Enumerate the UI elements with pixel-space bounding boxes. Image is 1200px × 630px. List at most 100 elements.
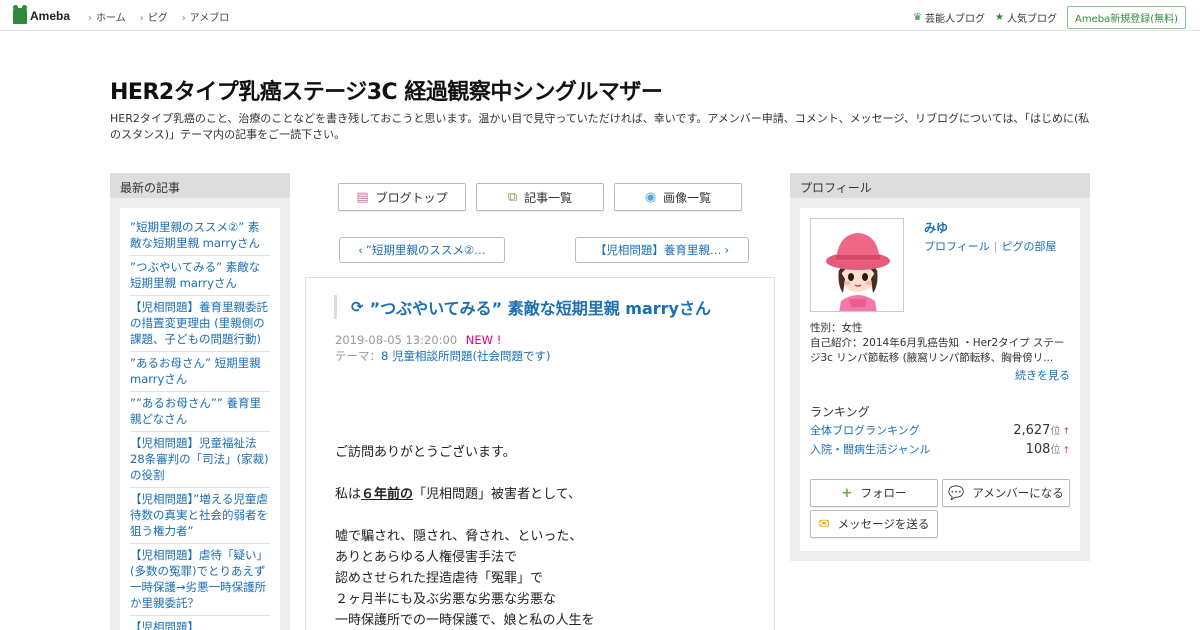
body-text: 「児相問題」被害者として、 xyxy=(413,487,581,502)
recent-articles-panel: 最新の記事 ”短期里親のススメ②” 素敵な短期里親 marryさん ”つぶやいて… xyxy=(110,173,290,630)
prev-article-label: ”短期里親のススメ②… xyxy=(365,243,486,257)
top-right-links: ♛ 芸能人ブログ ★ 人気ブログ Ameba新規登録(無料) xyxy=(913,6,1186,29)
profile-info: 性別：女性 自己紹介：2014年6月乳癌告知 ・Her2タイプ ステージ3c リ… xyxy=(810,321,1072,366)
body-line: ありとあらゆる人権侵害手法で xyxy=(335,550,518,565)
ameba-logo[interactable]: Ameba xyxy=(13,5,71,25)
profile-intro: 自己紹介：2014年6月乳癌告知 ・Her2タイプ ステージ3c リンパ節転移 … xyxy=(810,337,1065,364)
list-item[interactable]: ”つぶやいてみる” 素敵な短期里親 marryさん xyxy=(130,256,270,296)
article-list-button[interactable]: ⧉ 記事一覧 xyxy=(476,183,604,211)
chat-bubble-icon: 💬 xyxy=(948,485,965,501)
next-article-link[interactable]: 【児相問題】養育里親… › xyxy=(575,237,749,263)
logo-text: Ameba xyxy=(30,9,71,23)
ranking-number: 108 xyxy=(1025,442,1051,457)
ranking-row: 入院・闘病生活ジャンル 108位 ↑ xyxy=(810,441,1070,457)
recent-articles-list: ”短期里親のススメ②” 素敵な短期里親 marryさん ”つぶやいてみる” 素敵… xyxy=(120,208,280,630)
recent-articles-heading: 最新の記事 xyxy=(110,173,290,198)
article-title[interactable]: ⟳ ”つぶやいてみる” 素敵な短期里親 marryさん xyxy=(335,295,711,319)
body-line: 私は６年前の「児相問題」被害者として、 xyxy=(335,484,755,505)
list-item[interactable]: 【児相問題】養育里親委託の措置変更理由 (里親側の課題、子どもの問題行動) xyxy=(130,296,270,352)
document-icon: ▤ xyxy=(356,189,369,205)
envelope-icon: ✉ xyxy=(818,516,830,532)
star-icon: ★ xyxy=(995,12,1004,23)
list-item[interactable]: ””あるお母さん”” 養育里親どなさん xyxy=(130,392,270,432)
nav-home[interactable]: ホーム xyxy=(88,9,126,24)
body-line: 一時保護所での一時保護で、娘と私の人生を xyxy=(335,613,595,628)
list-item[interactable]: 【児相問題】虐待「疑い」(多数の冤罪)でとりあえず一時保護→劣悪一時保護所か里親… xyxy=(130,544,270,616)
pigg-room-link[interactable]: ピグの部屋 xyxy=(1002,240,1057,253)
profile-gender: 性別：女性 xyxy=(810,322,863,334)
ranking-row: 全体ブログランキング 2,627位 ↑ xyxy=(810,422,1070,438)
follow-label: フォロー xyxy=(860,486,907,500)
body-line: 嘘で騙され、隠され、脅され、といった、 xyxy=(335,529,583,544)
top-nav-bar: Ameba ホーム ピグ アメブロ ♛ 芸能人ブログ ★ 人気ブログ Ameba… xyxy=(0,0,1200,31)
amember-button[interactable]: 💬 アメンバーになる xyxy=(942,479,1070,507)
blog-description: HER2タイプ乳癌のこと、治療のことなどを書き残しておこうと思います。温かい目で… xyxy=(110,112,1090,141)
article-title-text: ”つぶやいてみる” 素敵な短期里親 marryさん xyxy=(369,299,711,318)
article-date: 2019-08-05 13:20:00 xyxy=(335,333,458,347)
nav-ameblo[interactable]: アメブロ xyxy=(182,9,230,24)
ranking-name[interactable]: 入院・闘病生活ジャンル xyxy=(810,441,930,457)
amember-label: アメンバーになる xyxy=(972,486,1064,500)
theme-label: テーマ： xyxy=(335,349,381,363)
plus-icon: + xyxy=(841,485,853,501)
crown-icon: ♛ xyxy=(913,12,923,23)
arrow-up-icon: ↑ xyxy=(1062,446,1070,456)
prev-article-link[interactable]: ‹ ”短期里親のススメ②… xyxy=(339,237,505,263)
follow-button[interactable]: + フォロー xyxy=(810,479,938,507)
body-text: 私は xyxy=(335,487,362,502)
body-emphasis: ６年前の xyxy=(361,487,414,502)
profile-box: みゆ プロフィール | ピグの部屋 性別：女性 自己紹介：2014年6月乳癌告知 ・… xyxy=(800,208,1080,551)
list-item[interactable]: ”短期里親のススメ②” 素敵な短期里親 marryさん xyxy=(130,216,270,256)
avatar-image xyxy=(811,219,903,311)
next-article-label: 【児相問題】養育里親… xyxy=(594,243,722,257)
ranking-unit: 位 xyxy=(1050,445,1061,456)
read-more-link[interactable]: 続きを見る xyxy=(1015,367,1070,383)
new-badge: NEW ! xyxy=(465,333,502,347)
image-list-label: 画像一覧 xyxy=(663,190,712,205)
avatar[interactable] xyxy=(810,218,904,312)
send-message-button[interactable]: ✉ メッセージを送る xyxy=(810,510,938,538)
chevron-right-icon: › xyxy=(724,243,730,257)
article-meta: 2019-08-05 13:20:00 NEW ! テーマ：8 児童相談所問題(… xyxy=(335,332,550,364)
ranking-value: 2,627位 ↑ xyxy=(1013,422,1070,438)
celebrity-blog-label: 芸能人ブログ xyxy=(925,14,986,25)
popular-blog-link[interactable]: ★ 人気ブログ xyxy=(995,10,1057,25)
register-button[interactable]: Ameba新規登録(無料) xyxy=(1066,6,1186,29)
profile-panel: プロフィール みゆ プロフィール | ピグの部屋 性別：女性 自己紹介：2014… xyxy=(790,173,1090,561)
profile-links: プロフィール | ピグの部屋 xyxy=(924,240,1057,253)
nav-pigg[interactable]: ピグ xyxy=(140,9,168,24)
body-line: 認めさせられた捏造虐待「冤罪」で xyxy=(335,571,544,586)
list-item[interactable]: 【児相問題】 xyxy=(130,616,270,630)
blog-title[interactable]: HER2タイプ乳癌ステージ3C 経過観察中シングルマザー xyxy=(110,74,663,106)
ranking-unit: 位 xyxy=(1050,426,1061,437)
ranking-name[interactable]: 全体ブログランキング xyxy=(810,422,920,438)
article-body: ご訪問ありがとうございます。 私は６年前の「児相問題」被害者として、 嘘で騙され… xyxy=(335,442,755,630)
arrow-up-icon: ↑ xyxy=(1062,427,1070,437)
article: ⟳ ”つぶやいてみる” 素敵な短期里親 marryさん 2019-08-05 1… xyxy=(305,277,775,630)
list-item[interactable]: ”あるお母さん” 短期里親 marryさん xyxy=(130,352,270,392)
reblog-icon: ⟳ xyxy=(351,298,364,316)
body-line: ご訪問ありがとうございます。 xyxy=(335,445,516,460)
image-list-button[interactable]: ◉ 画像一覧 xyxy=(614,183,742,211)
theme-link[interactable]: 8 児童相談所問題(社会問題です) xyxy=(381,349,550,363)
list-item[interactable]: 【児相問題】児童福祉法28条審判の「司法」(家裁)の役割 xyxy=(130,432,270,488)
global-nav: ホーム ピグ アメブロ xyxy=(88,9,243,24)
copy-icon: ⧉ xyxy=(507,189,518,205)
ranking-heading: ランキング xyxy=(810,405,870,419)
ranking-value: 108位 ↑ xyxy=(1026,441,1070,457)
profile-name[interactable]: みゆ xyxy=(924,219,948,236)
celebrity-blog-link[interactable]: ♛ 芸能人ブログ xyxy=(913,10,985,25)
article-list-label: 記事一覧 xyxy=(524,190,573,205)
ameba-logo-icon xyxy=(13,5,27,24)
profile-link[interactable]: プロフィール xyxy=(924,240,990,253)
blog-top-button[interactable]: ▤ ブログトップ xyxy=(338,183,466,211)
blog-top-label: ブログトップ xyxy=(375,190,448,205)
body-line: ２ヶ月半にも及ぶ劣悪な劣悪な劣悪な xyxy=(335,592,557,607)
ranking-number: 2,627 xyxy=(1013,423,1051,438)
popular-blog-label: 人気ブログ xyxy=(1006,14,1057,25)
profile-heading: プロフィール xyxy=(790,173,1090,198)
camera-icon: ◉ xyxy=(644,189,657,205)
send-message-label: メッセージを送る xyxy=(837,517,930,531)
list-item[interactable]: 【児相問題】”増える児童虐待数の真実と社会的弱者を狙う権力者” xyxy=(130,488,270,544)
chevron-left-icon: ‹ xyxy=(358,243,363,257)
